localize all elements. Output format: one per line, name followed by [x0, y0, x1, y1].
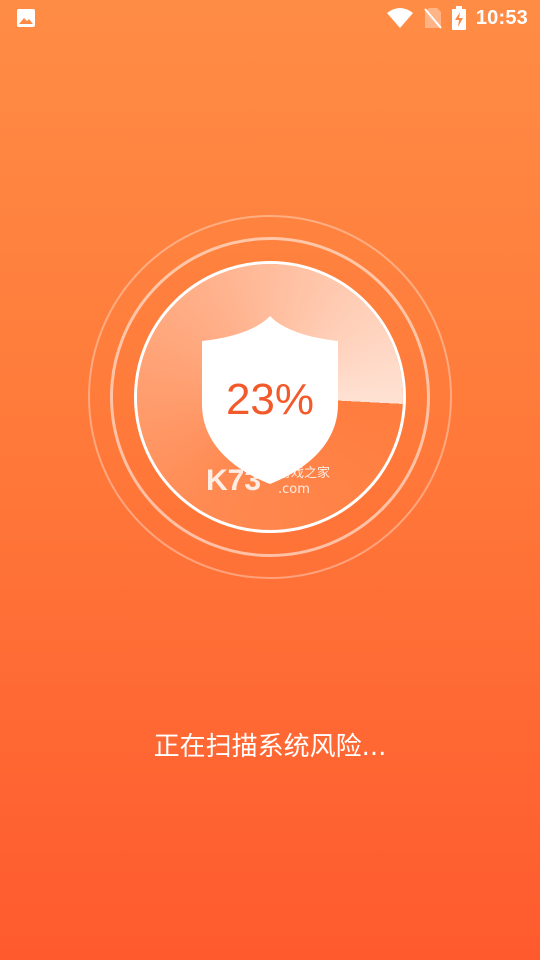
- wifi-icon: [386, 8, 413, 28]
- scan-status-text: 正在扫描系统风险...: [153, 732, 387, 762]
- status-icons: 10:53: [386, 4, 528, 32]
- watermark-domain: .com: [278, 482, 310, 497]
- status-time: 10:53: [475, 6, 528, 29]
- battery-charging-icon: [451, 6, 466, 30]
- watermark-brand: K73: [206, 464, 261, 497]
- scan-progress-percent: 23%: [225, 375, 315, 424]
- status-bar: 10:53: [0, 0, 540, 36]
- watermark-site: 游戏之家: [278, 465, 330, 481]
- image-icon: [17, 9, 35, 27]
- no-sim-icon: [424, 8, 442, 29]
- k73-watermark: K73 游戏之家 .com: [206, 464, 330, 497]
